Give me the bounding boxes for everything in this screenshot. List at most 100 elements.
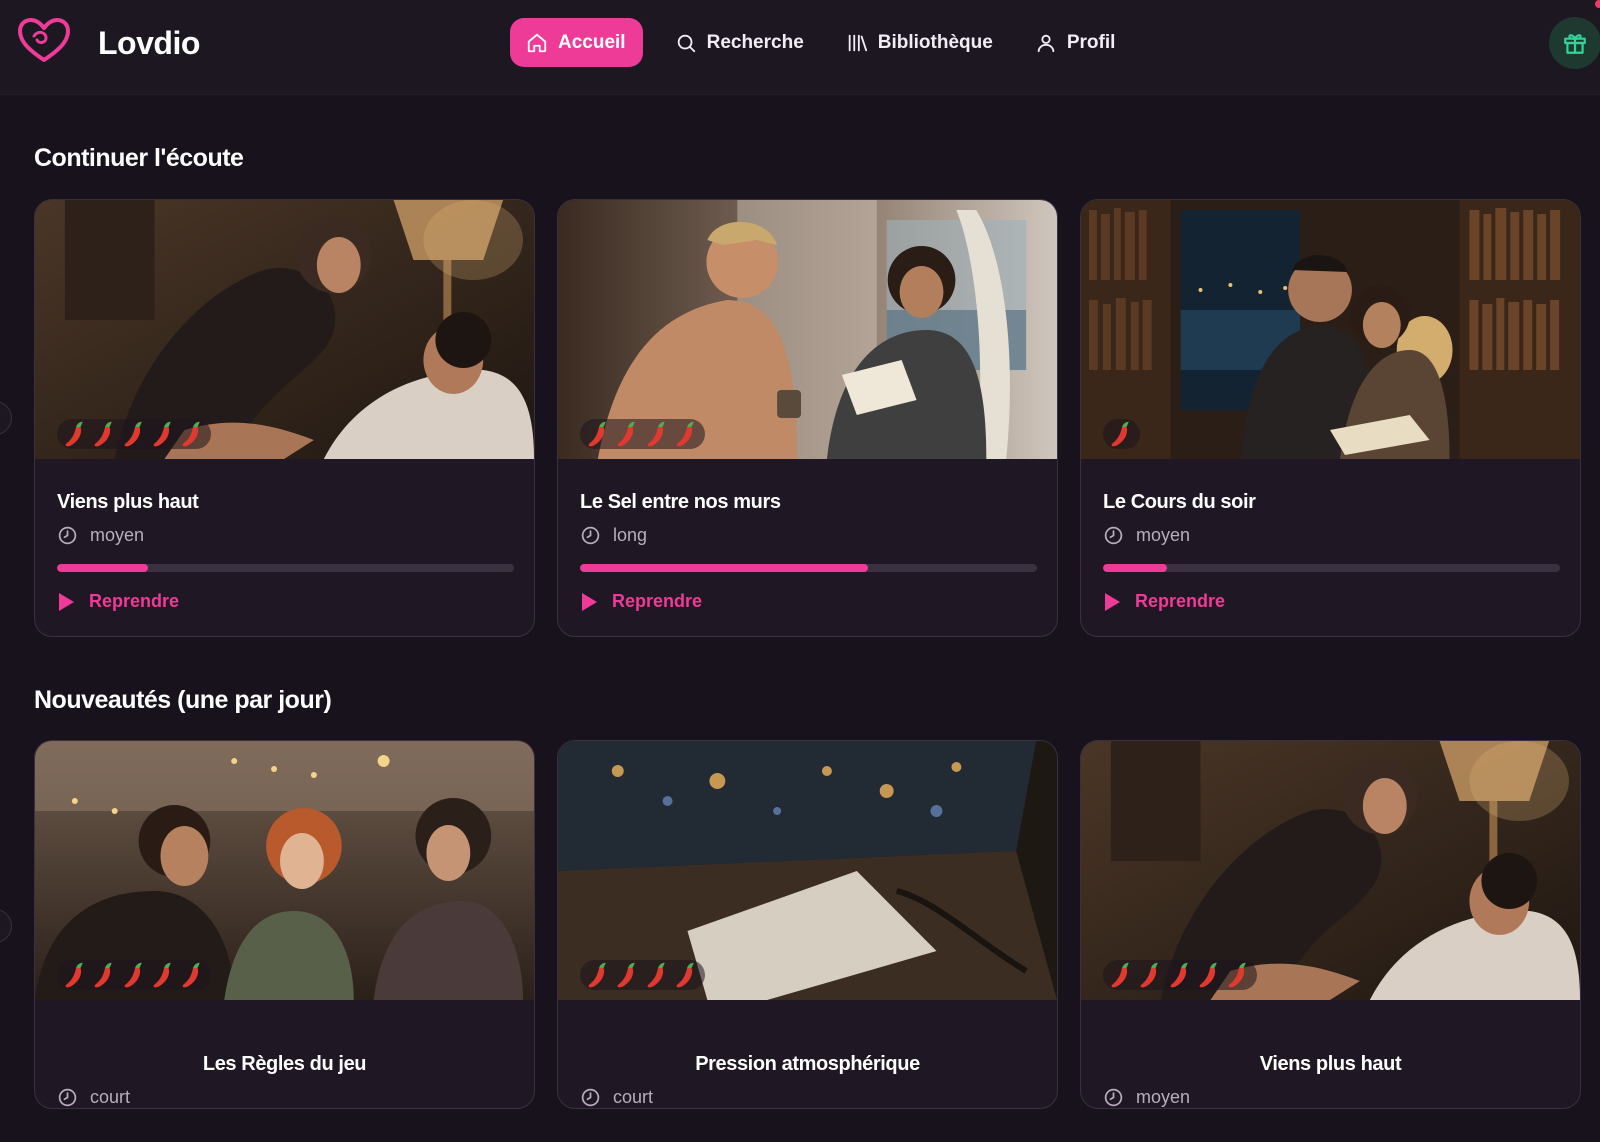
- gift-icon: [1564, 34, 1586, 54]
- top-bar: Lovdio Accueil Recherche Bibliothèque Pr…: [0, 0, 1600, 95]
- card-length: moyen: [1103, 525, 1190, 546]
- card-length-label: moyen: [1136, 1087, 1191, 1107]
- nav-library-label: Bibliothèque: [877, 31, 993, 53]
- card-title: Pression atmosphérique: [695, 1053, 920, 1075]
- section-title-new: Nouveautés (une par jour): [34, 686, 332, 714]
- carousel-prev-button[interactable]: [0, 401, 12, 435]
- chili-pepper-icon: [1111, 421, 1129, 447]
- card-length: moyen: [57, 525, 144, 546]
- continue-card[interactable]: Viens plus haut moyen Reprendre: [34, 199, 535, 637]
- chili-pepper-icon: [1111, 962, 1129, 988]
- card-length: long: [580, 525, 647, 546]
- cover-image: [558, 200, 1057, 459]
- search-icon: [677, 34, 695, 52]
- chili-pepper-icon: [676, 962, 694, 988]
- cover-image: [35, 741, 534, 1000]
- clock-icon: [58, 526, 77, 545]
- card-length: court: [57, 1087, 130, 1108]
- resume-button[interactable]: Reprendre: [57, 591, 179, 612]
- chili-pepper-icon: [588, 962, 606, 988]
- listening-progress-bar[interactable]: [1103, 564, 1560, 572]
- chili-pepper-icon: [65, 421, 83, 447]
- clock-icon: [581, 526, 600, 545]
- chili-pepper-icon: [1228, 962, 1246, 988]
- chili-pepper-icon: [617, 421, 636, 447]
- clock-icon: [581, 1088, 600, 1107]
- continue-card[interactable]: Le Cours du soir moyen Reprendre: [1080, 199, 1581, 637]
- app-name[interactable]: Lovdio: [98, 25, 200, 62]
- chili-pepper-icon: [124, 421, 142, 447]
- card-title: Viens plus haut: [57, 491, 199, 513]
- card-length-label: long: [613, 525, 648, 545]
- resume-label: Reprendre: [1135, 591, 1226, 611]
- nav-profile[interactable]: Profil: [1017, 18, 1134, 67]
- spice-rating: [580, 960, 706, 990]
- spice-rating: [580, 419, 706, 449]
- listening-progress-bar[interactable]: [57, 564, 514, 572]
- card-title: Viens plus haut: [1259, 1053, 1402, 1075]
- clock-icon: [1104, 1088, 1123, 1107]
- chili-pepper-icon: [1199, 962, 1217, 988]
- play-icon: [582, 592, 597, 611]
- nav-home[interactable]: Accueil: [510, 18, 643, 67]
- play-icon: [59, 592, 74, 611]
- continue-card[interactable]: Le Sel entre nos murs long Reprendre: [557, 199, 1058, 637]
- card-title: Le Cours du soir: [1103, 491, 1256, 513]
- cover-image: [35, 200, 534, 459]
- play-icon: [1105, 592, 1120, 611]
- clock-icon: [1104, 526, 1123, 545]
- progress-fill: [57, 564, 149, 572]
- chili-pepper-icon: [1140, 962, 1159, 988]
- resume-button[interactable]: Reprendre: [1103, 591, 1225, 612]
- spice-rating: [1103, 419, 1141, 449]
- new-release-card[interactable]: Les Règles du jeu court: [34, 740, 535, 1109]
- chili-pepper-icon: [124, 962, 142, 988]
- chili-pepper-icon: [676, 421, 694, 447]
- chili-pepper-icon: [182, 962, 200, 988]
- gift-button[interactable]: [1549, 17, 1600, 69]
- card-length-label: moyen: [1136, 525, 1191, 545]
- progress-fill: [580, 564, 868, 572]
- section-title-continue: Continuer l'écoute: [34, 144, 244, 172]
- chili-pepper-icon: [588, 421, 606, 447]
- card-length-label: moyen: [90, 525, 145, 545]
- cover-image: [1081, 741, 1580, 1000]
- user-icon: [1037, 34, 1055, 52]
- chili-pepper-icon: [617, 962, 636, 988]
- carousel-prev-button[interactable]: [0, 909, 12, 943]
- spice-rating: [1103, 960, 1258, 990]
- clock-icon: [58, 1088, 77, 1107]
- nav-search[interactable]: Recherche: [657, 18, 822, 67]
- cover-image: [558, 741, 1057, 1000]
- main-nav: Accueil Recherche Bibliothèque Profil: [510, 18, 1139, 67]
- cover-image: [1081, 200, 1580, 459]
- spice-rating: [57, 419, 212, 449]
- spice-rating: [57, 960, 212, 990]
- card-length-label: court: [90, 1087, 131, 1107]
- card-length: moyen: [1103, 1087, 1190, 1108]
- nav-profile-label: Profil: [1066, 31, 1116, 53]
- card-title: Les Règles du jeu: [202, 1053, 367, 1075]
- nav-search-label: Recherche: [706, 31, 804, 53]
- new-release-card[interactable]: Pression atmosphérique court: [557, 740, 1058, 1109]
- listening-progress-bar[interactable]: [580, 564, 1037, 572]
- card-length: court: [580, 1087, 653, 1108]
- chili-pepper-icon: [153, 962, 171, 988]
- home-icon: [527, 33, 547, 52]
- nav-home-label: Accueil: [558, 31, 626, 53]
- notification-dot: [1595, 0, 1600, 8]
- chili-pepper-icon: [65, 962, 83, 988]
- chili-pepper-icon: [182, 421, 200, 447]
- resume-label: Reprendre: [612, 591, 703, 611]
- nav-library[interactable]: Bibliothèque: [828, 18, 1011, 67]
- progress-fill: [1103, 564, 1167, 572]
- chili-pepper-icon: [94, 421, 113, 447]
- card-length-label: court: [613, 1087, 654, 1107]
- new-release-card[interactable]: Viens plus haut moyen: [1080, 740, 1581, 1109]
- chili-pepper-icon: [647, 421, 665, 447]
- resume-label: Reprendre: [89, 591, 180, 611]
- card-title: Le Sel entre nos murs: [580, 491, 781, 513]
- heart-logo-icon[interactable]: [16, 16, 72, 64]
- resume-button[interactable]: Reprendre: [580, 591, 702, 612]
- chili-pepper-icon: [153, 421, 171, 447]
